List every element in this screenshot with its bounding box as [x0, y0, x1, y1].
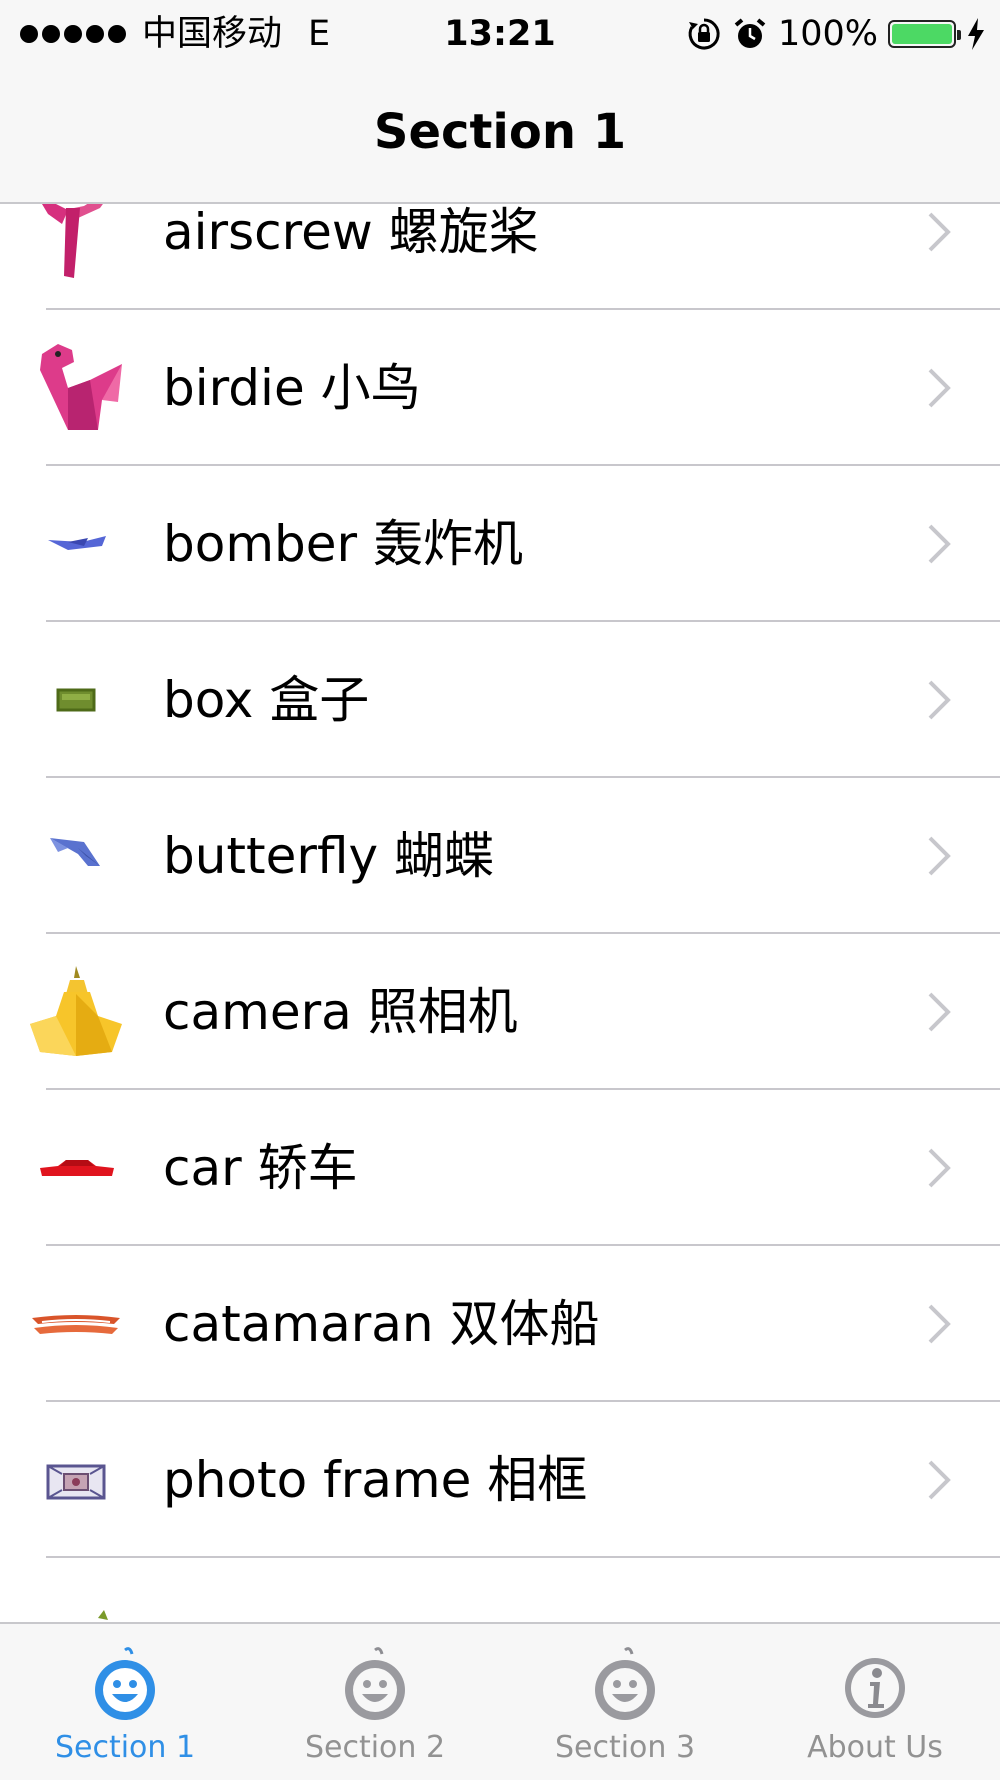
- alarm-icon: [734, 18, 766, 48]
- list-item[interactable]: camera 照相机: [0, 934, 1000, 1090]
- chevron-right-icon: [928, 1304, 951, 1344]
- list-item[interactable]: airscrew 螺旋桨: [0, 202, 1000, 310]
- list-item-label: camera 照相机: [163, 983, 518, 1041]
- chevron-right-icon: [928, 992, 951, 1032]
- list-item[interactable]: catamaran 双体船: [0, 1246, 1000, 1402]
- smiley-icon: [595, 1647, 655, 1720]
- list-item[interactable]: birdie 小鸟: [0, 310, 1000, 466]
- list-item-label: butterfly 蝴蝶: [163, 827, 494, 885]
- chevron-right-icon: [928, 836, 951, 876]
- list-item-partial[interactable]: [0, 1558, 1000, 1622]
- tab-section-3[interactable]: Section 3: [500, 1624, 750, 1780]
- catamaran-origami-icon: [32, 1315, 120, 1334]
- tab-label: Section 2: [304, 1730, 446, 1765]
- list-item-label: catamaran 双体船: [163, 1295, 600, 1353]
- battery-percentage: 100%: [777, 14, 878, 54]
- car-origami-icon: [40, 1160, 114, 1176]
- chevron-right-icon: [928, 1460, 951, 1500]
- orientation-lock-icon: [688, 18, 720, 50]
- list-item[interactable]: photo frame 相框: [0, 1402, 1000, 1558]
- list-item-label: car 轿车: [163, 1139, 358, 1197]
- airscrew-origami-icon: [40, 202, 105, 278]
- chevron-right-icon: [928, 524, 951, 564]
- list-item-label: bomber 轰炸机: [163, 515, 523, 573]
- smiley-icon: [345, 1647, 405, 1720]
- camera-origami-icon: [30, 966, 122, 1056]
- list-item[interactable]: car 轿车: [0, 1090, 1000, 1246]
- tab-label: Section 1: [54, 1730, 196, 1765]
- butterfly-origami-icon: [50, 838, 100, 866]
- photo-frame-origami-icon: [46, 1464, 106, 1500]
- list-item-label: box 盒子: [163, 671, 370, 729]
- smiley-icon: [95, 1647, 155, 1720]
- list-item[interactable]: bomber 轰炸机: [0, 466, 1000, 622]
- chevron-right-icon: [928, 368, 951, 408]
- bomber-origami-icon: [48, 536, 106, 550]
- chevron-right-icon: [928, 212, 951, 252]
- birdie-origami-icon: [40, 344, 122, 430]
- status-bar: 中国移动 E 13:21 100%: [0, 0, 1000, 68]
- info-icon: [845, 1658, 905, 1718]
- list-item-label: birdie 小鸟: [163, 359, 421, 417]
- tab-section-1[interactable]: Section 1: [0, 1624, 250, 1780]
- page-title: Section 1: [373, 104, 627, 160]
- top-bar: 中国移动 E 13:21 100% Section 1: [0, 0, 1000, 204]
- partial-origami-icon: [98, 1610, 108, 1620]
- battery-icon: [888, 20, 961, 48]
- box-origami-icon: [56, 688, 96, 712]
- tab-label: Section 3: [554, 1730, 696, 1765]
- tab-section-2[interactable]: Section 2: [250, 1624, 500, 1780]
- chevron-right-icon: [928, 680, 951, 720]
- tab-bar: Section 1 Section 2 Section 3 About Us: [0, 1622, 1000, 1780]
- charging-bolt-icon: [968, 18, 984, 50]
- list-item-label: photo frame 相框: [163, 1451, 588, 1509]
- tab-about-us[interactable]: About Us: [750, 1624, 1000, 1780]
- list-item-label: airscrew 螺旋桨: [163, 203, 539, 261]
- tab-label: About Us: [807, 1730, 943, 1765]
- list-item[interactable]: box 盒子: [0, 622, 1000, 778]
- list-item[interactable]: butterfly 蝴蝶: [0, 778, 1000, 934]
- item-list[interactable]: airscrew 螺旋桨 birdie 小鸟 bomber 轰炸机 box 盒子: [0, 202, 1000, 1622]
- chevron-right-icon: [928, 1148, 951, 1188]
